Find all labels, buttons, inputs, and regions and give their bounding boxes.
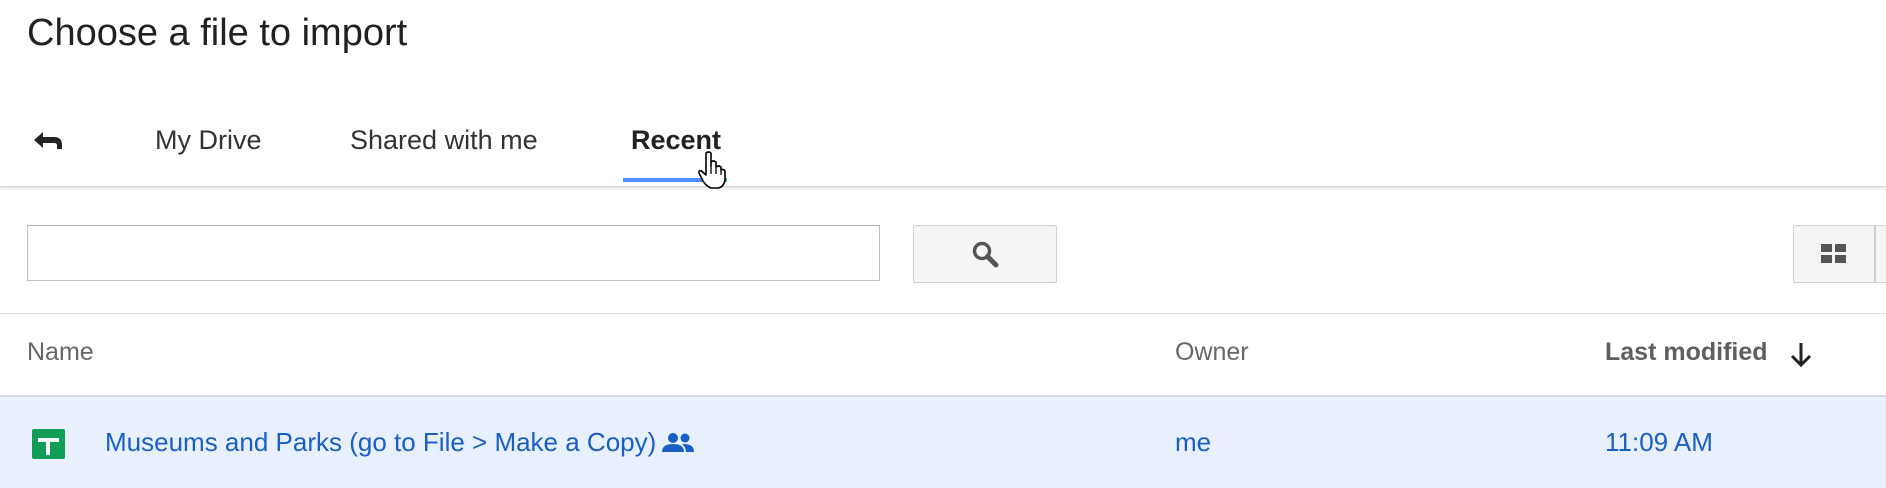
tab-shared-with-me[interactable]: Shared with me [350,114,538,166]
grid-view-icon [1821,244,1846,263]
google-sheets-icon [32,429,65,459]
column-header-owner[interactable]: Owner [1175,338,1249,367]
back-arrow-icon [34,132,62,149]
file-name-link[interactable]: Museums and Parks (go to File > Make a C… [105,427,656,458]
list-view-button[interactable] [1875,225,1886,283]
arrow-down-icon[interactable] [1786,340,1816,370]
file-owner: me [1175,427,1212,457]
search-button[interactable] [913,225,1057,283]
search-input[interactable] [27,225,880,281]
column-header-name[interactable]: Name [27,338,94,367]
back-button[interactable] [28,120,68,160]
grid-view-button[interactable] [1793,225,1875,283]
file-last-modified: 11:09 AM [1605,427,1713,457]
toolbar-divider [0,313,1886,314]
table-row[interactable]: Museums and Parks (go to File > Make a C… [0,397,1886,488]
search-icon [972,241,999,268]
tab-my-drive[interactable]: My Drive [155,114,262,166]
dialog-title: Choose a file to import [27,12,408,54]
hand-cursor-icon [698,151,726,189]
column-header-last-modified[interactable]: Last modified [1605,338,1768,367]
tab-bar: My Drive Shared with me Recent [0,96,1886,187]
shared-people-icon [662,433,694,452]
